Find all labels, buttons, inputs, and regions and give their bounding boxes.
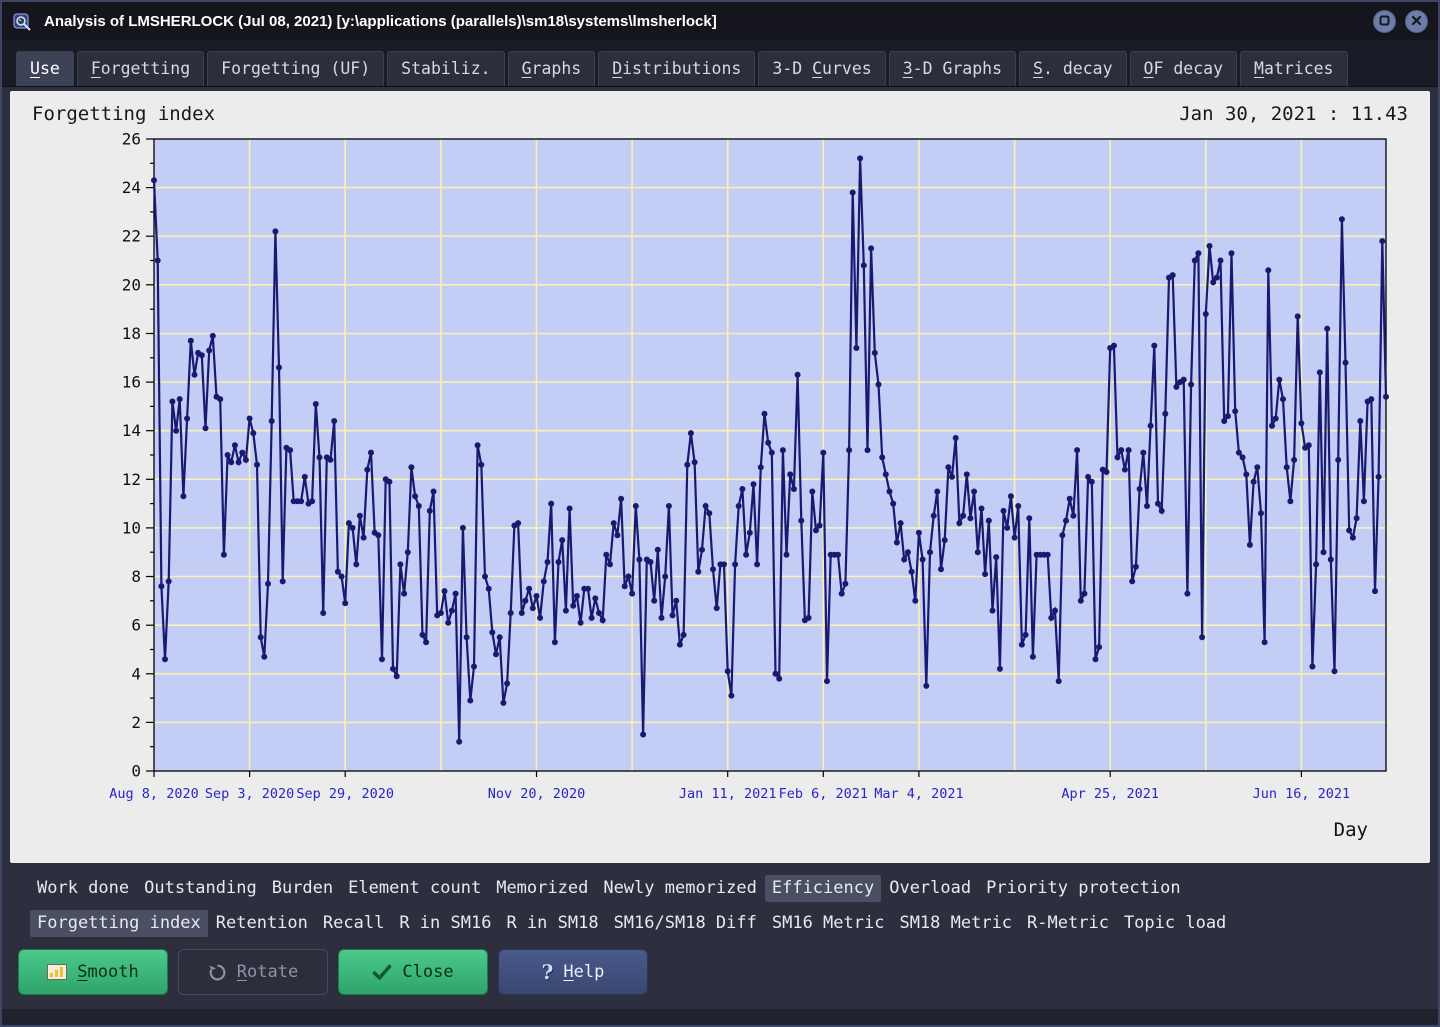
svg-text:0: 0 (131, 762, 141, 781)
menu-item-priority-protection[interactable]: Priority protection (979, 875, 1187, 902)
menu-item-memorized[interactable]: Memorized (489, 875, 595, 902)
minimize-icon (1379, 14, 1390, 29)
svg-text:Jan 11, 2021: Jan 11, 2021 (679, 786, 777, 802)
smooth-button[interactable]: Smooth (18, 949, 168, 995)
menu-item-newly-memorized[interactable]: Newly memorized (596, 875, 764, 902)
window-controls (1373, 9, 1428, 33)
svg-text:20: 20 (122, 275, 141, 294)
svg-text:Nov 20, 2020: Nov 20, 2020 (488, 786, 586, 802)
svg-text:Feb 6, 2021: Feb 6, 2021 (779, 786, 868, 802)
menu-item-work-done[interactable]: Work done (30, 875, 136, 902)
svg-text:6: 6 (131, 616, 141, 635)
svg-text:26: 26 (122, 131, 141, 149)
menu-item-sm18-metric[interactable]: SM18 Metric (892, 910, 1019, 937)
x-axis-title: Day (1333, 819, 1368, 841)
chart-panel: Forgetting index Jan 30, 2021 : 11.43 0 2… (10, 91, 1430, 863)
menu-item-element-count[interactable]: Element count (341, 875, 488, 902)
svg-text:8: 8 (131, 567, 141, 586)
rotate-button-label: Rotate (236, 962, 299, 982)
close-button-label: Close (402, 962, 454, 982)
close-icon (1411, 14, 1422, 29)
tab-bar: Use Forgetting Forgetting (UF) Stabiliz. Gra… (2, 40, 1438, 87)
menu-item-r-in-sm16[interactable]: R in SM16 (392, 910, 498, 937)
svg-text:16: 16 (122, 373, 141, 392)
svg-text:Mar 4, 2021: Mar 4, 2021 (874, 786, 963, 802)
analysis-menu-row-1: Work done Outstanding Burden Element count M… (2, 875, 1438, 902)
footer-strip (2, 1009, 1438, 1025)
menu-item-recall[interactable]: Recall (316, 910, 391, 937)
svg-text:Aug 8, 2020: Aug 8, 2020 (109, 786, 198, 802)
rotate-icon (208, 963, 227, 982)
menu-item-burden[interactable]: Burden (265, 875, 340, 902)
svg-text:24: 24 (122, 178, 141, 197)
close-button[interactable]: Close (338, 949, 488, 995)
menu-item-forgetting-index[interactable]: Forgetting index (30, 910, 208, 937)
app-window: Analysis of LMSHERLOCK (Jul 08, 2021) [y… (0, 0, 1440, 1027)
svg-text:2: 2 (131, 713, 141, 732)
svg-text:Sep 29, 2020: Sep 29, 2020 (296, 786, 394, 802)
svg-text:10: 10 (122, 518, 141, 537)
menu-item-topic-load[interactable]: Topic load (1117, 910, 1233, 937)
rotate-button[interactable]: Rotate (178, 949, 328, 995)
tab-stabiliz[interactable]: Stabiliz. (387, 51, 505, 86)
tab-of-decay[interactable]: OF decay (1129, 51, 1238, 86)
menu-item-r-in-sm18[interactable]: R in SM18 (499, 910, 605, 937)
tab-forgetting[interactable]: Forgetting (76, 51, 205, 86)
menu-item-outstanding[interactable]: Outstanding (137, 875, 264, 902)
tab-distributions[interactable]: Distributions (598, 51, 756, 86)
forgetting-index-chart[interactable]: 0 2 4 6 8 10 12 14 16 18 20 22 24 26 Aug 8, 2020 Sep 3,… (26, 131, 1414, 819)
tab-s-decay[interactable]: S. decay (1019, 51, 1127, 86)
menu-item-overload[interactable]: Overload (882, 875, 978, 902)
menu-item-efficiency[interactable]: Efficiency (764, 875, 882, 902)
svg-text:18: 18 (122, 324, 141, 343)
menu-item-sm16-metric[interactable]: SM16 Metric (765, 910, 892, 937)
close-button[interactable] (1405, 9, 1428, 33)
button-row: Smooth Rotate Close? Help (2, 937, 1438, 995)
window-title: Analysis of LMSHERLOCK (Jul 08, 2021) [y… (44, 12, 717, 30)
svg-text:Sep 3, 2020: Sep 3, 2020 (205, 786, 294, 802)
chart-title: Forgetting index (32, 103, 216, 125)
svg-text:22: 22 (122, 227, 141, 246)
smooth-chart-icon (47, 964, 68, 980)
tab-use[interactable]: Use (16, 51, 74, 86)
help-icon: ? (541, 960, 554, 984)
svg-text:4: 4 (131, 664, 141, 683)
help-button[interactable]: ? Help (498, 949, 648, 995)
minimize-button[interactable] (1373, 9, 1396, 33)
help-button-label: Help (563, 962, 605, 982)
menu-item-r-metric[interactable]: R-Metric (1020, 910, 1116, 937)
smooth-button-label: Smooth (77, 962, 139, 982)
chart-cursor-readout: Jan 30, 2021 : 11.43 (1179, 103, 1408, 125)
titlebar: Analysis of LMSHERLOCK (Jul 08, 2021) [y… (2, 2, 1438, 40)
analysis-menu-row-2: Forgetting index Retention Recall R in SM16… (2, 910, 1438, 937)
tab-3-d-graphs[interactable]: 3-D Graphs (888, 51, 1017, 86)
menu-item-retention[interactable]: Retention (209, 910, 315, 937)
app-icon (12, 10, 34, 32)
tab-graphs[interactable]: Graphs (507, 51, 596, 86)
svg-text:14: 14 (122, 421, 141, 440)
check-icon (372, 964, 392, 980)
menu-item-sm16-sm18-diff[interactable]: SM16/SM18 Diff (607, 910, 764, 937)
tab-matrices[interactable]: Matrices (1240, 51, 1348, 86)
svg-text:Apr 25, 2021: Apr 25, 2021 (1061, 786, 1159, 802)
tab-forgetting-uf[interactable]: Forgetting (UF) (207, 51, 385, 86)
chart-panel-header: Forgetting index Jan 30, 2021 : 11.43 (26, 99, 1414, 131)
svg-text:Jun 16, 2021: Jun 16, 2021 (1253, 786, 1351, 802)
tab-3-d-curves[interactable]: 3-D Curves (758, 51, 886, 86)
svg-text:12: 12 (122, 470, 141, 489)
